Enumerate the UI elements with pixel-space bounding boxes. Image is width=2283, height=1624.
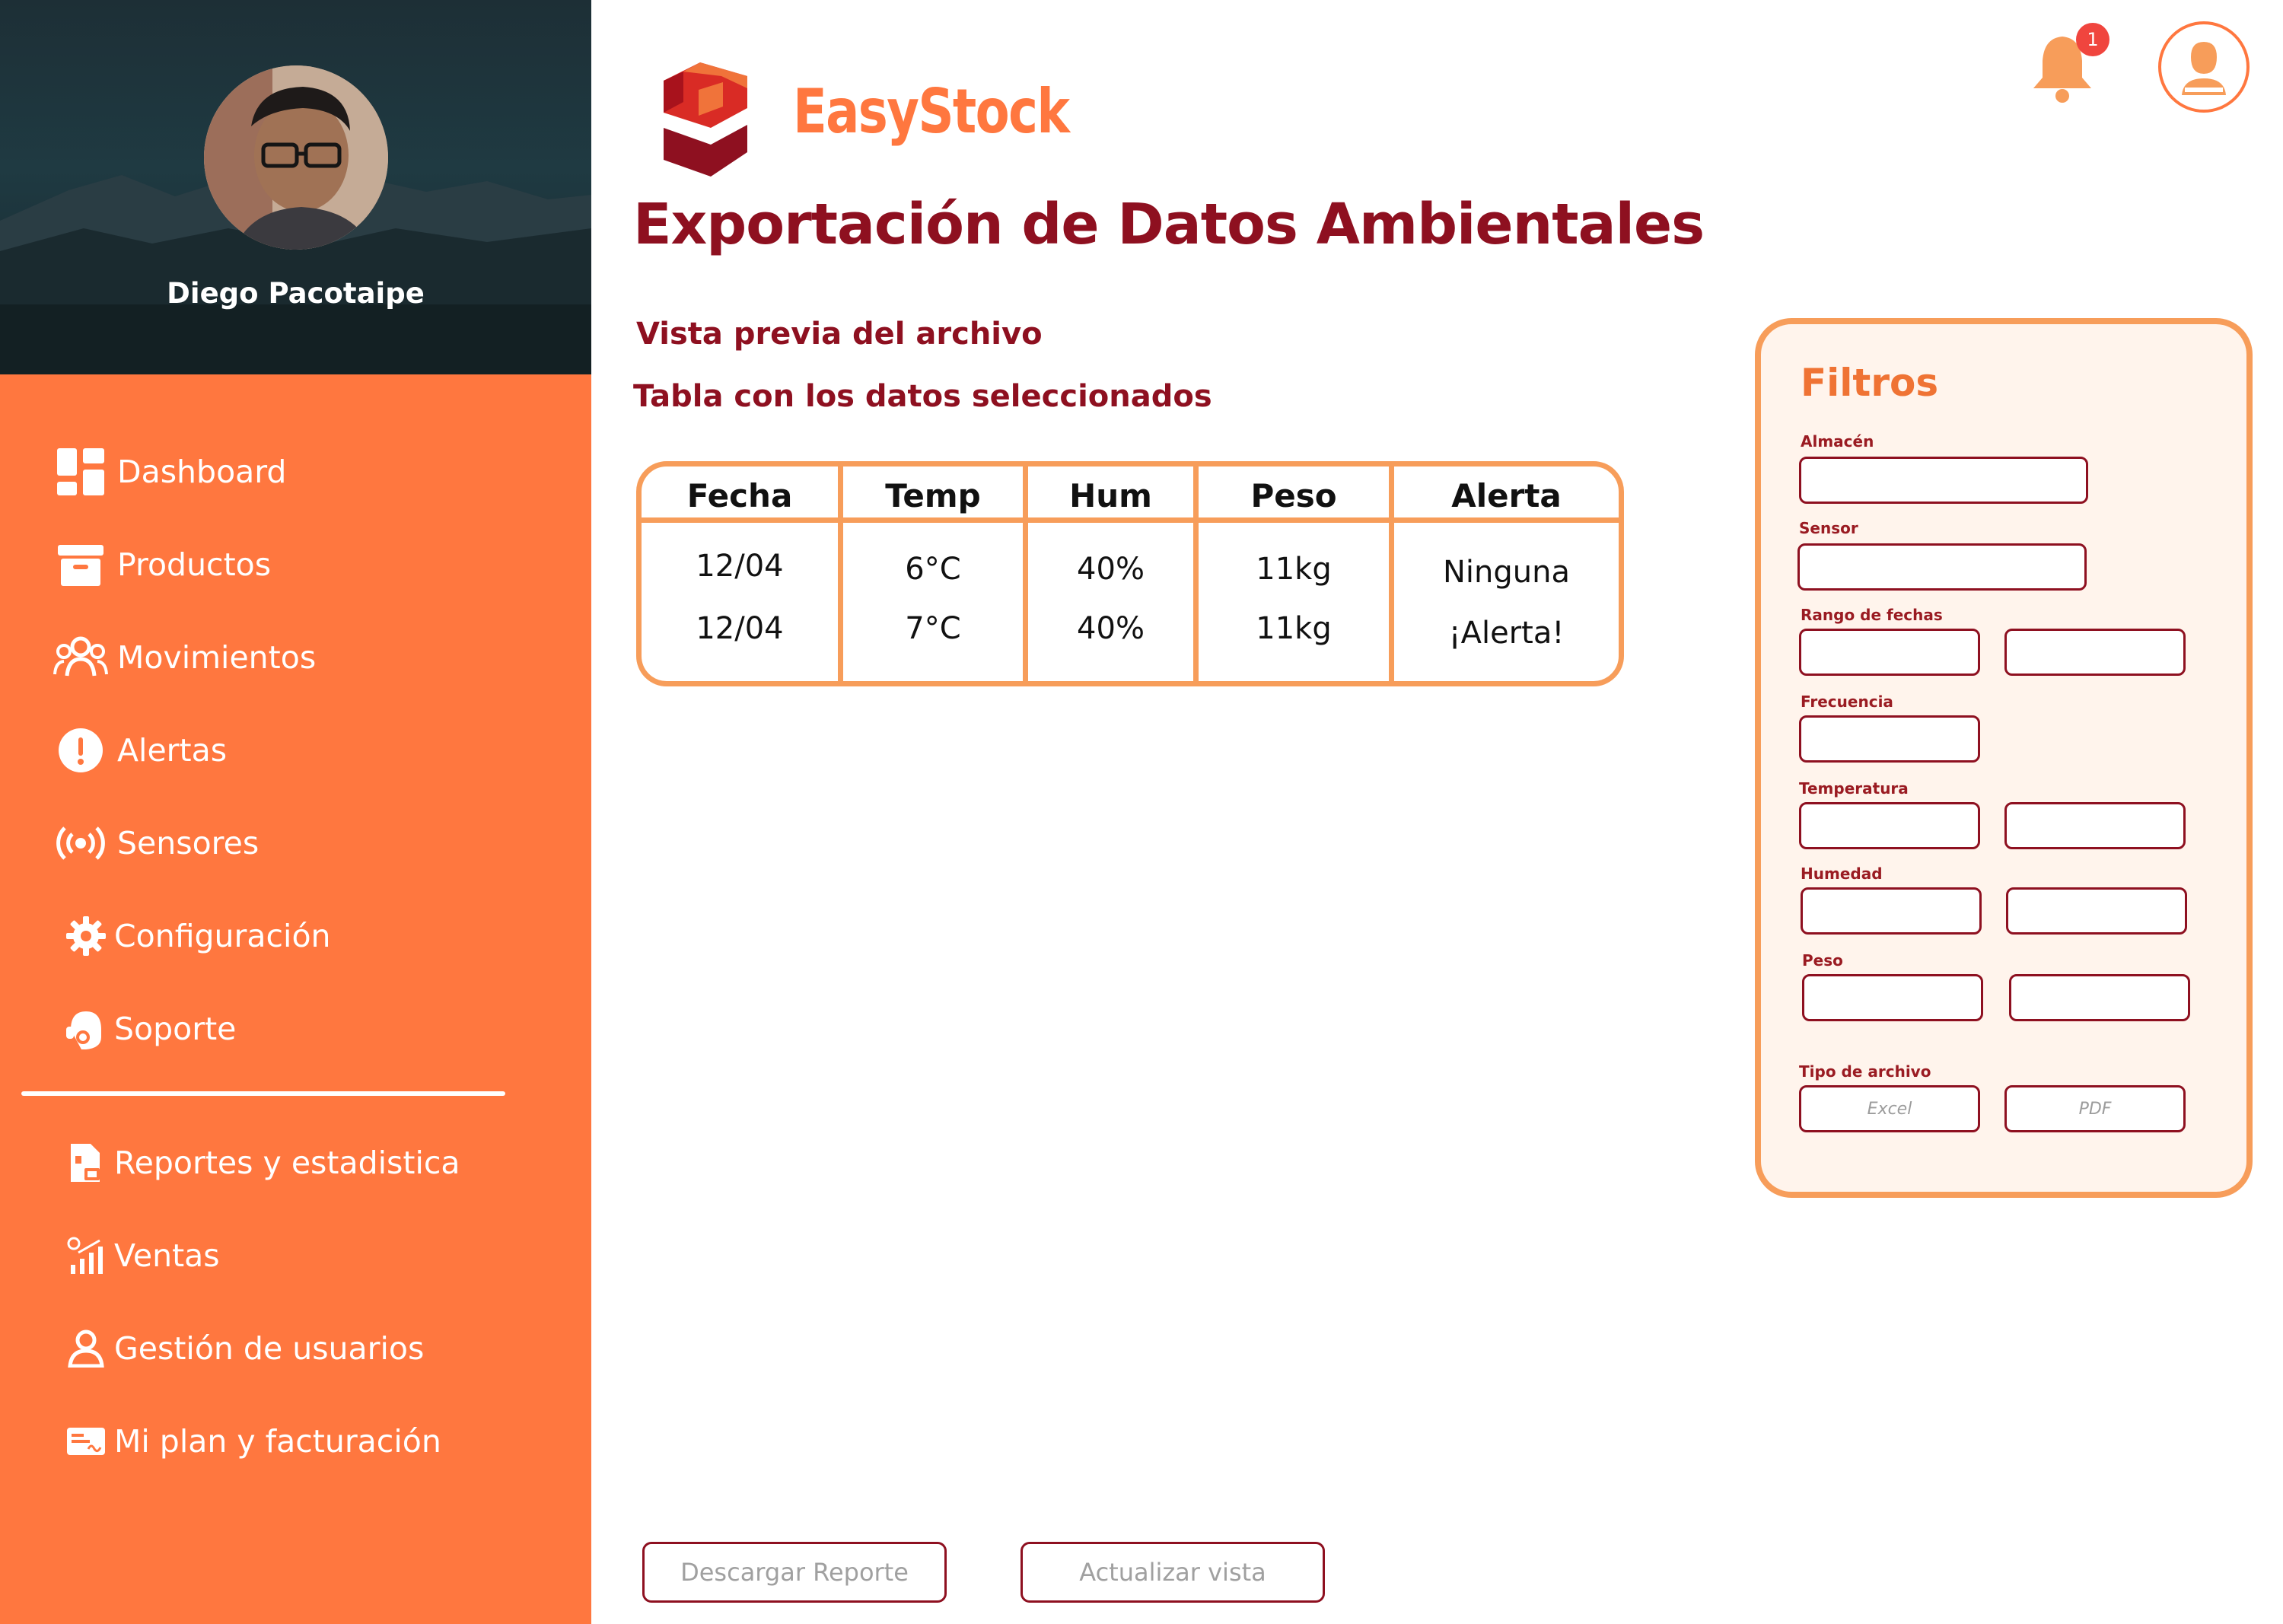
profile-header: Diego Pacotaipe [0,0,591,374]
filter-label-humedad: Humedad [1801,865,1883,883]
humedad-min-input[interactable] [1801,887,1982,935]
sidebar-item-label: Alertas [117,732,228,769]
filter-label-temperatura: Temperatura [1799,779,1909,798]
sidebar-item-dashboard[interactable]: Dashboard [53,441,286,502]
preview-table: Fecha 12/04 12/04 Temp 6°C 7°C Hum 40% 4… [636,461,1624,686]
refresh-view-button[interactable]: Actualizar vista [1021,1542,1325,1603]
table-cell: 12/04 [696,611,784,646]
sidebar-item-facturacion[interactable]: Mi plan y facturación [53,1411,441,1472]
table-cell: 6°C [905,552,961,587]
table-header-cell: Peso [1250,477,1337,514]
humedad-max-input[interactable] [2006,887,2187,935]
filter-label-frecuencia: Frecuencia [1801,693,1893,711]
sidebar-item-label: Dashboard [117,454,287,490]
sidebar-item-label: Reportes y estadistica [114,1145,460,1181]
avatar[interactable] [204,65,388,250]
date-to-input[interactable] [2004,629,2186,676]
table-cell: 11kg [1256,611,1332,646]
notifications-badge: 1 [2076,23,2109,56]
gear-icon [64,914,108,958]
table-header-cell: Temp [885,477,981,514]
table-column-temp: Temp 6°C 7°C [843,467,1028,681]
download-report-button[interactable]: Descargar Reporte [642,1542,947,1603]
billing-card-icon [64,1419,108,1463]
sidebar-item-movimientos[interactable]: Movimientos [53,627,316,688]
alert-circle-icon [53,723,108,778]
filter-label-tipo-archivo: Tipo de archivo [1799,1062,1931,1081]
table-cell: ¡Alerta! [1448,616,1565,651]
sidebar-divider [21,1091,505,1096]
archive-box-icon [53,537,108,592]
excel-button[interactable]: Excel [1799,1085,1980,1132]
profile-name: Diego Pacotaipe [167,277,425,310]
table-column-alerta: Alerta Ninguna ¡Alerta! [1394,467,1619,681]
sidebar-item-usuarios[interactable]: Gestión de usuarios [53,1318,424,1379]
filter-label-sensor: Sensor [1799,519,1858,537]
table-cell: 40% [1077,611,1145,646]
sidebar-item-configuracion[interactable]: Configuración [53,906,331,966]
preview-label: Vista previa del archivo [636,317,1043,352]
table-cell: 40% [1077,552,1145,587]
sidebar-item-label: Gestión de usuarios [114,1330,425,1367]
table-header-cell: Alerta [1451,477,1562,514]
sidebar-item-ventas[interactable]: Ventas [53,1225,220,1286]
filters-title: Filtros [1801,361,1939,405]
sidebar-item-sensores[interactable]: Sensores [53,813,259,874]
easystock-logo-icon [653,55,758,184]
table-header-cell: Fecha [686,477,793,514]
filter-label-rango-fechas: Rango de fechas [1801,606,1943,624]
peso-min-input[interactable] [1802,974,1983,1021]
peso-max-input[interactable] [2009,974,2190,1021]
broadcast-icon [53,816,108,871]
table-header-cell: Hum [1069,477,1152,514]
report-file-icon [64,1141,108,1185]
user-menu-button[interactable] [2158,21,2250,113]
sidebar: Diego Pacotaipe Dashboard Productos Movi… [0,0,591,1624]
table-cell: 7°C [905,611,961,646]
table-label: Tabla con los datos seleccionados [633,379,1212,414]
frecuencia-input[interactable] [1799,715,1980,763]
sidebar-item-label: Ventas [114,1237,220,1274]
sidebar-item-label: Mi plan y facturación [114,1423,441,1460]
table-column-hum: Hum 40% 40% [1028,467,1199,681]
temperatura-min-input[interactable] [1799,802,1980,849]
sidebar-item-soporte[interactable]: Soporte [53,998,236,1059]
table-cell: 11kg [1256,552,1332,587]
temperatura-max-input[interactable] [2004,802,2186,849]
sidebar-item-alertas[interactable]: Alertas [53,720,227,781]
sensor-input[interactable] [1797,543,2087,591]
date-from-input[interactable] [1799,629,1980,676]
table-cell: Ninguna [1443,555,1570,590]
support-headset-icon [64,1007,108,1051]
almacen-input[interactable] [1799,457,2088,504]
sidebar-item-productos[interactable]: Productos [53,534,271,595]
sidebar-item-label: Configuración [114,918,331,954]
dashboard-icon [53,444,108,499]
filter-label-peso: Peso [1802,951,1843,970]
sales-chart-icon [64,1234,108,1278]
user-manage-icon [64,1326,108,1371]
table-cell: 12/04 [696,549,784,584]
pdf-button[interactable]: PDF [2004,1085,2186,1132]
page-title: Exportación de Datos Ambientales [633,192,1705,257]
table-column-peso: Peso 11kg 11kg [1199,467,1394,681]
sidebar-item-label: Movimientos [117,639,317,676]
sidebar-item-label: Soporte [114,1011,237,1047]
users-group-icon [53,630,108,685]
sidebar-item-reportes[interactable]: Reportes y estadistica [53,1132,460,1193]
filter-label-almacen: Almacén [1801,432,1874,451]
sidebar-item-label: Productos [117,546,272,583]
app-brand: EasyStock [793,76,1070,147]
user-icon [2182,42,2226,95]
sidebar-item-label: Sensores [117,825,260,861]
table-column-fecha: Fecha 12/04 12/04 [642,467,843,681]
